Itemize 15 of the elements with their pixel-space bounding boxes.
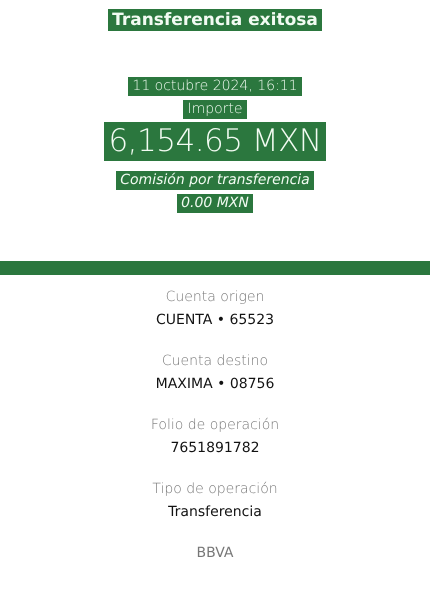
detail-value: Transferencia bbox=[168, 502, 262, 522]
detail-label: Cuenta origen bbox=[166, 288, 264, 307]
detail-value: CUENTA • 65523 bbox=[156, 310, 274, 330]
detail-value: 7651891782 bbox=[170, 438, 260, 458]
amount-label: Importe bbox=[183, 100, 247, 119]
fee-text: 0.00 MXN bbox=[177, 194, 253, 213]
detail-label: Tipo de operación bbox=[152, 480, 278, 499]
title: Transferencia exitosa bbox=[108, 9, 322, 32]
bank-name: BBVA bbox=[196, 544, 234, 563]
amount-text: 6,154.65 MXN bbox=[104, 122, 326, 162]
date-text: 11 octubre 2024, 16:11 bbox=[128, 77, 302, 96]
detail-value: MAXIMA • 08756 bbox=[156, 374, 274, 394]
fee-label: Comisión por transferencia bbox=[116, 171, 314, 190]
detail-label: Folio de operación bbox=[150, 416, 280, 435]
detail-label: Cuenta destino bbox=[162, 352, 268, 371]
